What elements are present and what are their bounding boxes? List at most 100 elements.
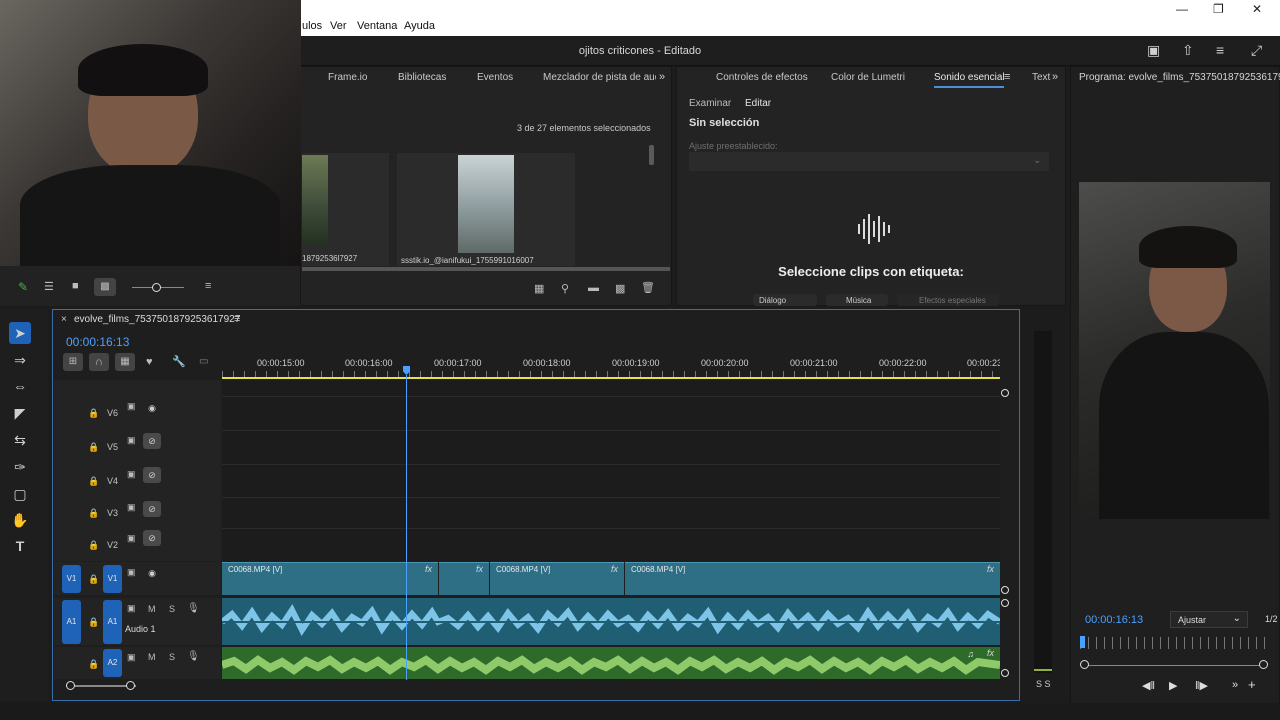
eye-icon[interactable]: ◉ [143,565,161,581]
restore-icon[interactable]: ❐ [1213,2,1224,16]
menu-item-ver[interactable]: Ver [330,20,347,32]
menu-item-ventana[interactable]: Ventana [357,20,397,32]
track-target-v1[interactable]: V1 [103,565,122,593]
zoom-handle-right[interactable] [126,681,135,690]
minimize-icon[interactable]: — [1176,2,1188,16]
tab-color-lumetri[interactable]: Color de Lumetri [831,72,905,83]
new-item-icon[interactable]: ▩ [615,282,625,295]
razor-icon[interactable]: ◤ [9,402,31,424]
lock-icon[interactable]: 🔒 [88,476,99,487]
eye-off-icon[interactable]: ⊘ [143,501,161,517]
close-icon[interactable]: ✕ [1252,2,1262,16]
pen-icon[interactable]: ✑ [9,456,31,478]
zoom-handle-left[interactable] [1080,660,1089,669]
tab-frameio[interactable]: Frame.io [328,72,367,83]
tab-sonido-esencial[interactable]: Sonido esencial [934,72,1005,83]
wrench-icon[interactable]: 🔧 [172,355,186,368]
list-view-icon[interactable]: ☰ [44,280,54,293]
meter-solo-labels[interactable]: S S [1036,679,1051,689]
vscroll-handle[interactable] [1001,599,1009,607]
source-patch-v1[interactable]: V1 [62,565,81,593]
freeform-view-icon[interactable]: ▩ [94,278,116,296]
sort-icon[interactable]: ≡ [205,280,211,292]
more-controls-icon[interactable]: » [1232,679,1238,691]
resolution-select[interactable]: 1/2 [1265,614,1278,624]
zoom-handle-left[interactable] [66,681,75,690]
workspace-icon[interactable]: ≡ [1216,42,1232,58]
slip-icon[interactable]: ⇆ [9,429,31,451]
fit-dropdown[interactable]: Ajustar ⌄ [1170,611,1248,628]
track-label-v6[interactable]: V6 [107,408,118,418]
step-back-icon[interactable]: ◀‖ [1142,679,1155,692]
marker-icon[interactable]: ♥ [146,356,153,368]
program-zoom-bar[interactable] [1086,665,1266,666]
music-button[interactable]: Música [826,294,888,306]
vscroll-handle[interactable] [1001,669,1009,677]
solo-button[interactable]: S [169,604,175,614]
dialogue-button[interactable]: Diálogo [753,294,817,306]
work-area-bar[interactable] [222,377,1000,379]
eye-icon[interactable]: ◉ [143,400,161,416]
sfx-button[interactable]: Efectos especiales [897,294,999,306]
fullscreen-icon[interactable]: ⤢ [1251,42,1267,58]
video-clip[interactable]: fx [439,562,489,595]
track-select-icon[interactable]: ⇒ [9,349,31,371]
lock-icon[interactable]: 🔒 [88,659,99,670]
eye-off-icon[interactable]: ⊘ [143,467,161,483]
automate-icon[interactable]: ▦ [534,282,544,295]
program-ruler[interactable] [1080,637,1270,649]
timeline-timecode[interactable]: 00:00:16:13 [66,335,129,349]
linked-selection-icon[interactable]: ▦ [115,353,135,371]
track-target-a1[interactable]: A1 [103,600,122,644]
icon-view-icon[interactable]: ■ [72,280,79,292]
subtab-examinar[interactable]: Examinar [689,98,731,109]
sync-lock-icon[interactable]: ▣ [127,567,136,578]
mute-button[interactable]: M [148,652,156,662]
eye-off-icon[interactable]: ⊘ [143,530,161,546]
sync-lock-icon[interactable]: ▣ [127,652,136,663]
tab-bibliotecas[interactable]: Bibliotecas [398,72,446,83]
tab-text[interactable]: Text [1032,72,1050,83]
share-monitor-icon[interactable]: ▣ [1147,42,1163,58]
tab-eventos[interactable]: Eventos [477,72,513,83]
vscroll-handle[interactable] [1001,586,1009,594]
zoom-slider-handle[interactable] [152,283,161,292]
new-bin-icon[interactable]: ▬ [588,282,599,294]
vscroll-handle[interactable] [1001,389,1009,397]
sync-lock-icon[interactable]: ▣ [127,435,136,446]
project-hscrollbar[interactable] [302,267,670,271]
more-tabs-icon[interactable]: » [1052,71,1058,83]
menu-item-titulos[interactable]: ulos [302,20,322,32]
mute-button[interactable]: M [148,604,156,614]
solo-button[interactable]: S [169,652,175,662]
lock-icon[interactable]: 🔒 [88,442,99,453]
microphone-icon[interactable]: 🎙 [187,651,200,662]
playhead-line[interactable] [406,375,407,680]
add-button-icon[interactable]: + [1248,677,1256,692]
panel-menu-icon[interactable]: ≡ [1004,71,1010,83]
project-scrollbar[interactable] [649,145,654,165]
track-label-v3[interactable]: V3 [107,508,118,518]
selection-tool-icon[interactable]: ➤ [9,322,31,344]
sync-lock-icon[interactable]: ▣ [127,401,136,412]
program-timecode[interactable]: 00:00:16:13 [1085,614,1143,626]
lock-icon[interactable]: 🔒 [88,617,99,628]
track-label-v5[interactable]: V5 [107,442,118,452]
lock-icon[interactable]: 🔒 [88,540,99,551]
menu-item-ayuda[interactable]: Ayuda [404,20,435,32]
pencil-icon[interactable]: ✎ [18,280,28,294]
step-forward-icon[interactable]: ‖▶ [1195,679,1208,692]
project-item[interactable]: 18792536l7927 [302,153,389,266]
sync-lock-icon[interactable]: ▣ [127,603,136,614]
rectangle-icon[interactable]: ▢ [9,483,31,505]
close-sequence-icon[interactable]: × [61,314,67,325]
ripple-edit-icon[interactable]: ⇔ [9,375,31,397]
lock-icon[interactable]: 🔒 [88,408,99,419]
tab-mezclador[interactable]: Mezclador de pista de audic [543,72,656,83]
sequence-menu-icon[interactable]: ≡ [234,313,240,325]
project-item[interactable]: ssstik.io_@ianifukui_1755991016007 [397,153,575,266]
track-target-a2[interactable]: A2 [103,649,122,677]
subtab-editar[interactable]: Editar [745,98,771,109]
eye-off-icon[interactable]: ⊘ [143,433,161,449]
snap-icon[interactable]: ∩ [89,353,109,371]
